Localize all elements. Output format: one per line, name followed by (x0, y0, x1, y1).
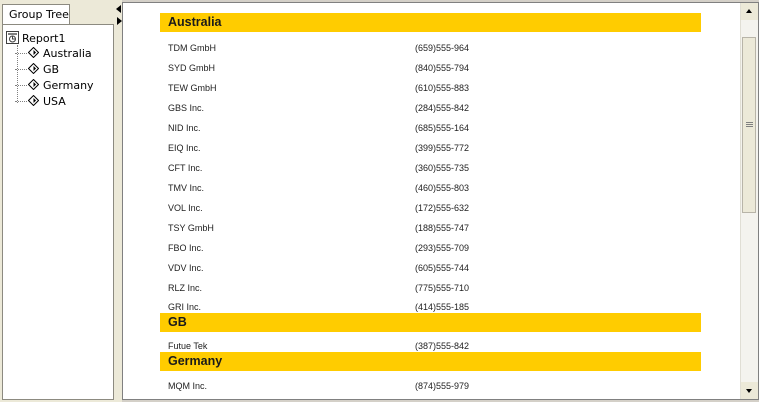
group-diamond-icon (28, 95, 39, 106)
scroll-up-button[interactable] (741, 3, 758, 20)
group-diamond-icon (28, 63, 39, 74)
group-header-gb: GB (160, 313, 701, 332)
tree-node-australia[interactable]: Australia (15, 47, 92, 61)
group-tree-panel: Group Tree Report1 Australia GB Germany … (0, 0, 116, 402)
group-header-australia: Australia (160, 13, 701, 32)
group-diamond-icon (28, 79, 39, 90)
tree-node-report1[interactable]: Report1 (6, 31, 65, 45)
tree-node-germany[interactable]: Germany (15, 79, 94, 93)
group-header-germany: Germany (160, 352, 701, 371)
tab-group-tree[interactable]: Group Tree (2, 4, 70, 24)
collapse-arrow-icon[interactable] (116, 5, 121, 13)
arrow-down-icon (746, 389, 752, 393)
group-tree: Report1 Australia GB Germany USA (2, 24, 114, 400)
report-icon (6, 31, 19, 44)
tree-node-label: USA (43, 95, 66, 108)
tree-node-label: GB (43, 63, 60, 76)
tree-node-label: Germany (43, 79, 94, 92)
vertical-scrollbar[interactable] (740, 3, 758, 399)
scroll-thumb[interactable] (742, 37, 756, 213)
report-viewer: Australia TDM GmbH (659)555-964 SYD GmbH(… (122, 2, 759, 400)
tree-node-label: Report1 (22, 32, 66, 45)
group-diamond-icon (28, 47, 39, 58)
tree-node-usa[interactable]: USA (15, 95, 66, 109)
tree-node-gb[interactable]: GB (15, 63, 59, 77)
scroll-down-button[interactable] (741, 382, 758, 399)
tree-node-label: Australia (43, 47, 92, 60)
arrow-up-icon (746, 9, 752, 13)
